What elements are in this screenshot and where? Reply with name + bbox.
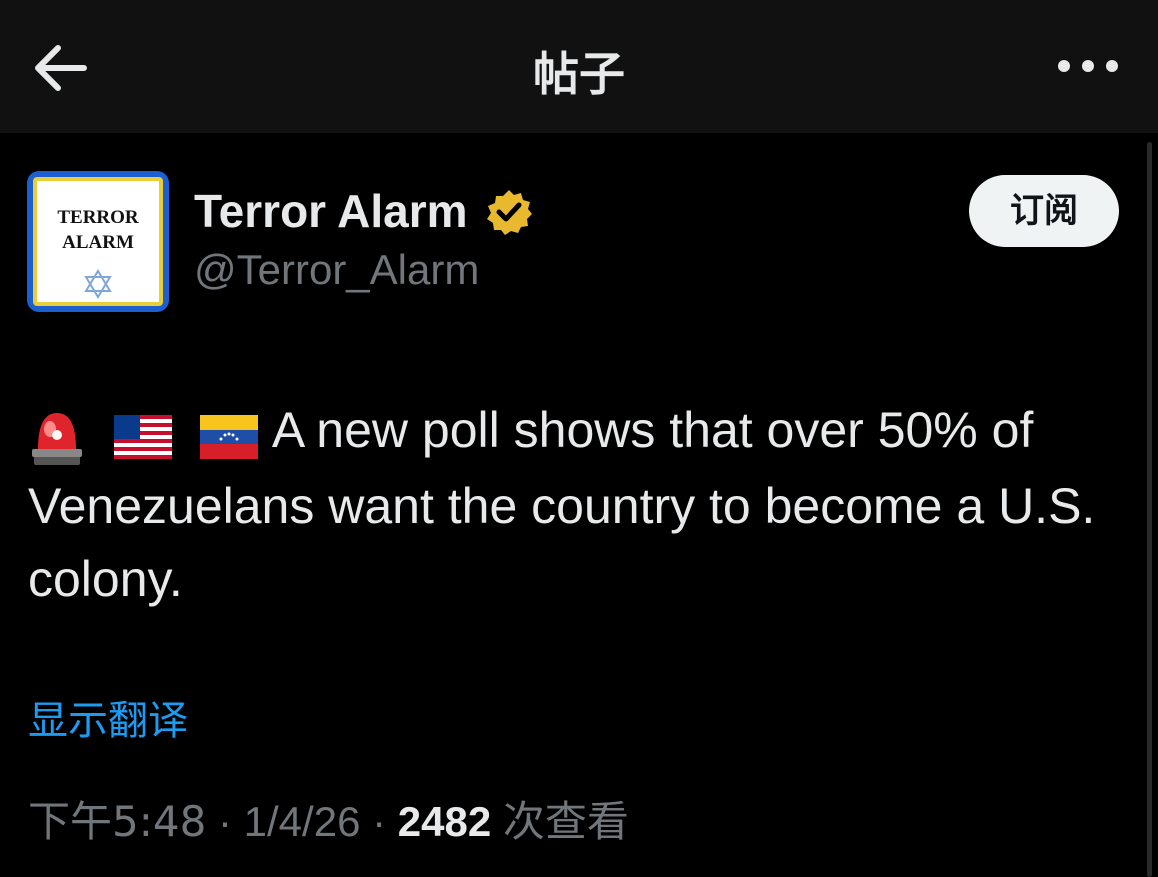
tweet-meta: 下午5:48 · 1/4/26 · 2482 次查看 [28, 788, 629, 849]
meta-separator: · [206, 798, 244, 845]
meta-separator-2: · [360, 798, 398, 845]
star-of-david-icon [84, 269, 112, 299]
top-bar: 帖子 [0, 0, 1158, 133]
tweet-time[interactable]: 下午5:48 [28, 797, 206, 846]
scrollbar[interactable] [1147, 142, 1152, 877]
avatar-image: TERROR ALARM [33, 177, 163, 306]
display-name[interactable]: Terror Alarm [194, 184, 468, 238]
avatar[interactable]: TERROR ALARM [27, 171, 169, 312]
user-handle[interactable]: @Terror_Alarm [194, 246, 479, 294]
subscribe-button[interactable]: 订阅 [969, 175, 1119, 247]
avatar-logo-text: TERROR ALARM [57, 207, 139, 253]
us-flag-emoji [113, 415, 172, 460]
verified-badge-icon[interactable] [485, 188, 533, 236]
more-options-button[interactable] [1056, 46, 1120, 86]
more-horizontal-icon [1058, 60, 1118, 72]
show-translation-link[interactable]: 显示翻译 [28, 688, 188, 746]
tweet-emojis [28, 397, 272, 470]
page-title: 帖子 [533, 47, 625, 101]
views-label: 次查看 [502, 797, 629, 846]
tweet-date[interactable]: 1/4/26 [244, 798, 361, 845]
venezuela-flag-emoji [199, 415, 258, 460]
siren-emoji [32, 413, 82, 466]
tweet-body: A new poll shows that over 50% of Venezu… [28, 394, 1118, 616]
views-count[interactable]: 2482 [398, 798, 491, 845]
